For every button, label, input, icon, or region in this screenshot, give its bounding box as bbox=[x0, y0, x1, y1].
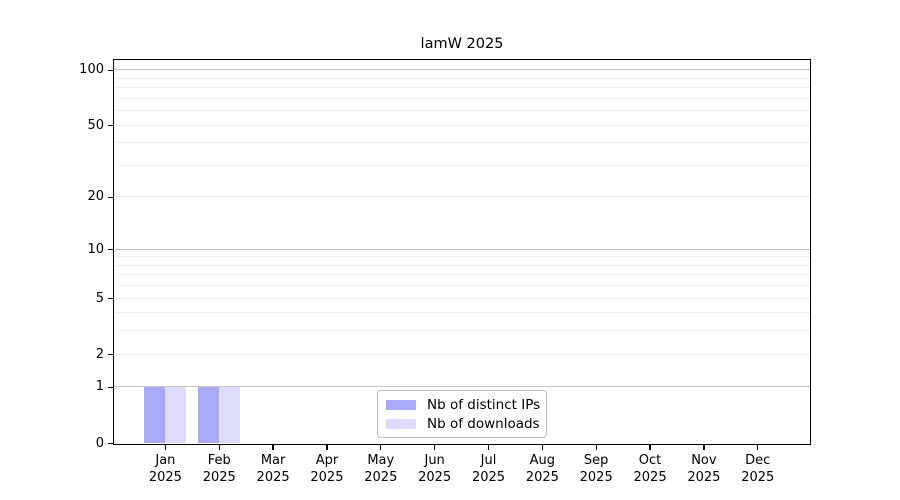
y-tick-label: 20 bbox=[87, 189, 104, 205]
y-tick-mark bbox=[107, 354, 113, 356]
chart-title: lamW 2025 bbox=[420, 36, 504, 52]
x-tick-mark bbox=[380, 445, 382, 450]
minor-gridline bbox=[113, 110, 810, 112]
y-tick-label: 5 bbox=[95, 290, 104, 306]
x-tick-label: Dec 2025 bbox=[726, 452, 790, 486]
minor-gridline bbox=[113, 312, 810, 314]
legend-label-distinct-ips: Nb of distinct IPs bbox=[427, 396, 541, 413]
minor-gridline bbox=[113, 330, 810, 332]
x-tick-month: Dec bbox=[745, 452, 771, 468]
minor-gridline bbox=[113, 264, 810, 266]
legend-row: Nb of distinct IPs bbox=[386, 397, 546, 413]
y-tick-label: 100 bbox=[79, 62, 104, 78]
y-tick-mark bbox=[107, 386, 113, 389]
bar bbox=[143, 386, 165, 443]
bar bbox=[218, 386, 240, 443]
y-tick-label: 2 bbox=[95, 346, 104, 362]
minor-gridline bbox=[113, 97, 810, 99]
y-tick-mark bbox=[107, 442, 113, 445]
minor-gridline bbox=[113, 297, 810, 299]
y-tick-mark bbox=[107, 248, 113, 251]
minor-gridline bbox=[113, 87, 810, 89]
minor-gridline bbox=[113, 196, 810, 198]
y-tick-mark bbox=[107, 69, 113, 72]
minor-gridline bbox=[113, 256, 810, 258]
legend-swatch-downloads bbox=[386, 418, 416, 429]
y-tick-label: 10 bbox=[87, 241, 104, 257]
x-tick-mark bbox=[703, 445, 705, 450]
y-tick-mark bbox=[107, 196, 113, 199]
legend-label-downloads: Nb of downloads bbox=[427, 415, 540, 432]
bar bbox=[164, 386, 186, 443]
x-tick-mark bbox=[487, 445, 490, 450]
minor-gridline bbox=[113, 124, 810, 126]
major-gridline bbox=[113, 69, 810, 71]
x-tick-mark bbox=[757, 445, 759, 450]
x-tick-mark bbox=[433, 445, 436, 450]
x-tick-mark bbox=[541, 445, 544, 450]
x-tick-mark bbox=[595, 445, 597, 450]
minor-gridline bbox=[113, 164, 810, 166]
y-tick-label: 50 bbox=[87, 117, 104, 133]
minor-gridline bbox=[113, 77, 810, 79]
y-tick-label: 1 bbox=[95, 379, 104, 395]
major-gridline bbox=[113, 248, 810, 250]
minor-gridline bbox=[113, 274, 810, 276]
legend-swatch-distinct-ips bbox=[386, 399, 416, 410]
x-tick-mark bbox=[164, 445, 167, 450]
x-tick-year: 2025 bbox=[741, 469, 775, 485]
minor-gridline bbox=[113, 285, 810, 287]
minor-gridline bbox=[113, 142, 810, 144]
y-tick-mark bbox=[107, 125, 113, 127]
legend-row: Nb of downloads bbox=[386, 416, 546, 432]
minor-gridline bbox=[113, 353, 810, 355]
bar bbox=[197, 386, 219, 443]
y-tick-label: 0 bbox=[95, 435, 104, 451]
plot-area bbox=[112, 58, 811, 445]
x-tick-mark bbox=[649, 445, 651, 450]
x-tick-mark bbox=[272, 445, 274, 450]
x-tick-mark bbox=[326, 445, 328, 450]
x-tick-mark bbox=[218, 445, 220, 450]
y-tick-mark bbox=[107, 297, 113, 300]
legend: Nb of distinct IPs Nb of downloads bbox=[377, 390, 547, 438]
figure: lamW 2025 0 1 2 5 10 20 50 100 Jan 2025 Feb 2025 Mar… bbox=[0, 0, 900, 500]
